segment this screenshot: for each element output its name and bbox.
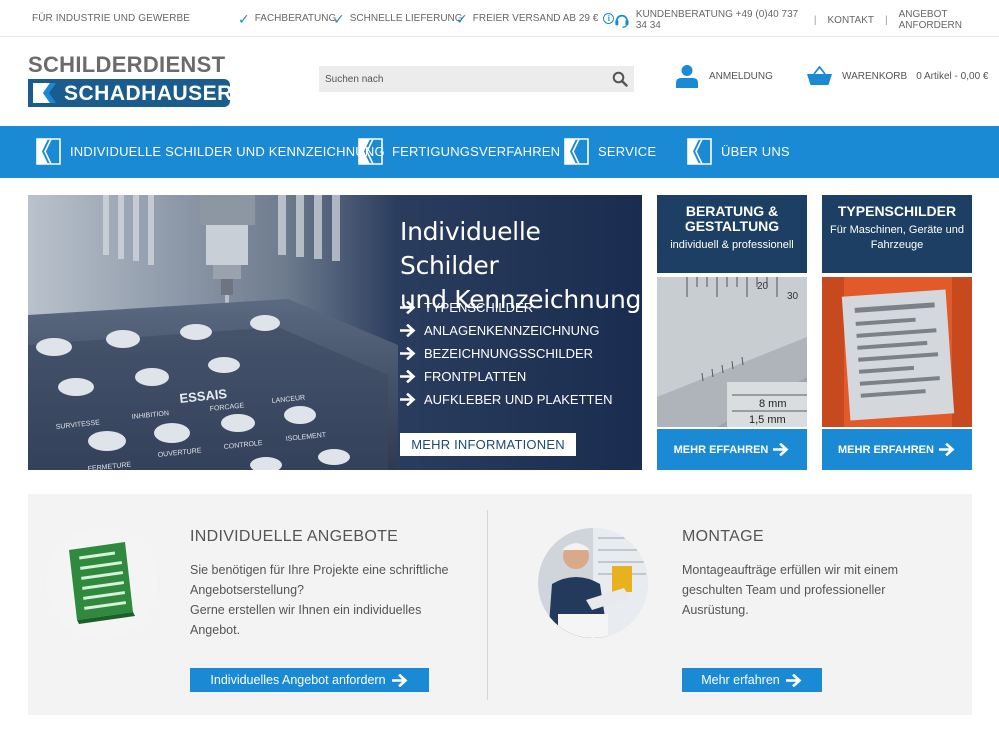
ruler-label: 8 mm — [759, 398, 787, 410]
hero-banner: ESSAIS SURVITESSE INHIBITION FORCAGE LAN… — [28, 195, 642, 470]
hero-list-item[interactable]: TYPENSCHILDER — [400, 296, 613, 319]
basket-icon — [807, 66, 832, 85]
login-link[interactable]: ANMELDUNG — [675, 64, 773, 88]
usp-shipping: ✓ FREIER VERSAND AB 29 € i — [456, 10, 615, 27]
nav-chevron-icon — [36, 138, 61, 165]
tile-subtitle: individuell & professionell — [670, 239, 794, 251]
hero-list-item[interactable]: BEZEICHNUNGSSCHILDER — [400, 342, 613, 365]
nav-item-service[interactable]: SERVICE — [564, 138, 656, 165]
nav-chevron-icon — [358, 138, 383, 165]
nav-chevron-icon — [687, 138, 712, 165]
tile-type-plate-photo — [822, 277, 972, 427]
top-utility-bar: FÜR INDUSTRIE UND GEWERBE ✓ FACHBERATUNG… — [0, 0, 999, 37]
logo-top-text: SCHILDERDIENST — [28, 52, 226, 77]
logo-chevron-icon — [33, 83, 56, 103]
hero-list-item[interactable]: AUFKLEBER UND PLAKETTEN — [400, 388, 613, 411]
arrow-right-icon — [400, 393, 416, 406]
request-offer-button[interactable]: Individuelles Angebot anfordern — [190, 668, 429, 692]
arrow-right-icon — [391, 673, 407, 687]
tile-subtitle: Für Maschinen, Geräte und Fahrzeuge — [830, 224, 964, 251]
nav-item-manufacturing[interactable]: FERTIGUNGSVERFAHREN — [358, 138, 560, 165]
usp-delivery: ✓ SCHNELLE LIEFERUNG — [333, 10, 463, 27]
montage-image — [538, 528, 648, 638]
nav-item-custom-signs[interactable]: INDIVIDUELLE SCHILDER UND KENNZEICHNUNG — [36, 138, 385, 165]
logo-bottom-text: SCHADHAUSER — [64, 82, 233, 105]
montage-title: MONTAGE — [682, 528, 764, 545]
user-icon — [676, 65, 698, 88]
offers-title: INDIVIDUELLE ANGEBOTE — [190, 528, 399, 545]
search-icon[interactable] — [612, 71, 628, 87]
main-nav: INDIVIDUELLE SCHILDER UND KENNZEICHNUNG … — [0, 126, 999, 178]
headset-icon — [615, 14, 629, 28]
tile-more-button[interactable]: MEHR EFFAHREN — [657, 429, 807, 470]
ruler-label: 1,5 mm — [749, 414, 786, 426]
ruler-label: 20 — [757, 281, 769, 292]
montage-more-button[interactable]: Mehr erfahren — [682, 668, 822, 692]
arrow-right-icon — [785, 673, 802, 687]
arrow-right-icon — [400, 301, 416, 314]
section-divider — [487, 510, 488, 700]
tile-more-button[interactable]: MEHR ERFAHREN — [822, 429, 972, 470]
offers-text: Sie benötigen für Ihre Projekte eine sch… — [190, 563, 449, 637]
offers-image — [47, 528, 157, 638]
hero-list-item[interactable]: FRONTPLATTEN — [400, 365, 613, 388]
tile-header: BERATUNG & GESTALTUNG individuell & prof… — [657, 195, 807, 273]
tile-consulting: BERATUNG & GESTALTUNG individuell & prof… — [657, 195, 807, 470]
contact-link[interactable]: KONTAKT — [828, 15, 874, 26]
info-section: INDIVIDUELLE ANGEBOTE Sie benötigen für … — [28, 494, 972, 715]
tile-title: BERATUNG & GESTALTUNG — [684, 203, 780, 234]
tile-type-plates: TYPENSCHILDER Für Maschinen, Geräte und … — [822, 195, 972, 470]
info-icon[interactable]: i — [603, 13, 615, 24]
tagline: FÜR INDUSTRIE UND GEWERBE — [32, 13, 191, 24]
hero-list-item[interactable]: ANLAGENKENNZEICHNUNG — [400, 319, 613, 342]
nav-chevron-icon — [564, 138, 589, 165]
arrow-right-icon — [773, 443, 789, 456]
arrow-right-icon — [938, 443, 955, 456]
tile-header: TYPENSCHILDER Für Maschinen, Geräte und … — [822, 195, 972, 273]
checkmark-icon: ✓ — [238, 10, 250, 27]
cart-link[interactable]: WARENKORB 0 Artikel - 0,00 € — [807, 66, 988, 86]
hotline: KUNDENBERATUNG +49 (0)40 737 34 34 | KON… — [614, 9, 999, 31]
header: SCHILDERDIENST SCHADHAUSER ANMELDUNG WAR… — [0, 38, 999, 126]
logo[interactable]: SCHILDERDIENST SCHADHAUSER — [28, 54, 232, 108]
search-input[interactable] — [319, 66, 604, 92]
cart-amount: 0 Artikel - 0,00 € — [916, 70, 989, 82]
arrow-right-icon — [400, 370, 416, 383]
arrow-right-icon — [400, 324, 416, 337]
more-info-button[interactable]: MEHR INFORMATIONEN — [400, 433, 576, 456]
checkmark-icon: ✓ — [333, 10, 345, 27]
usp-consulting: ✓ FACHBERATUNG — [238, 10, 337, 27]
logo-bar: SCHADHAUSER — [28, 79, 233, 107]
checkmark-icon: ✓ — [456, 10, 468, 27]
tile-ruler-photo: 20 30 8 mm 1,5 mm — [657, 277, 807, 427]
request-quote-link[interactable]: ANGEBOT ANFORDERN — [899, 9, 999, 31]
hero-list: TYPENSCHILDER ANLAGENKENNZEICHNUNG BEZEI… — [400, 296, 613, 411]
arrow-right-icon — [400, 347, 416, 360]
montage-text: Montageaufträge erfüllen wir mit einem g… — [682, 563, 899, 617]
nav-item-about[interactable]: ÜBER UNS — [687, 138, 790, 165]
tile-title: TYPENSCHILDER — [837, 203, 957, 219]
search-bar — [319, 66, 634, 92]
ruler-label: 30 — [787, 291, 799, 302]
